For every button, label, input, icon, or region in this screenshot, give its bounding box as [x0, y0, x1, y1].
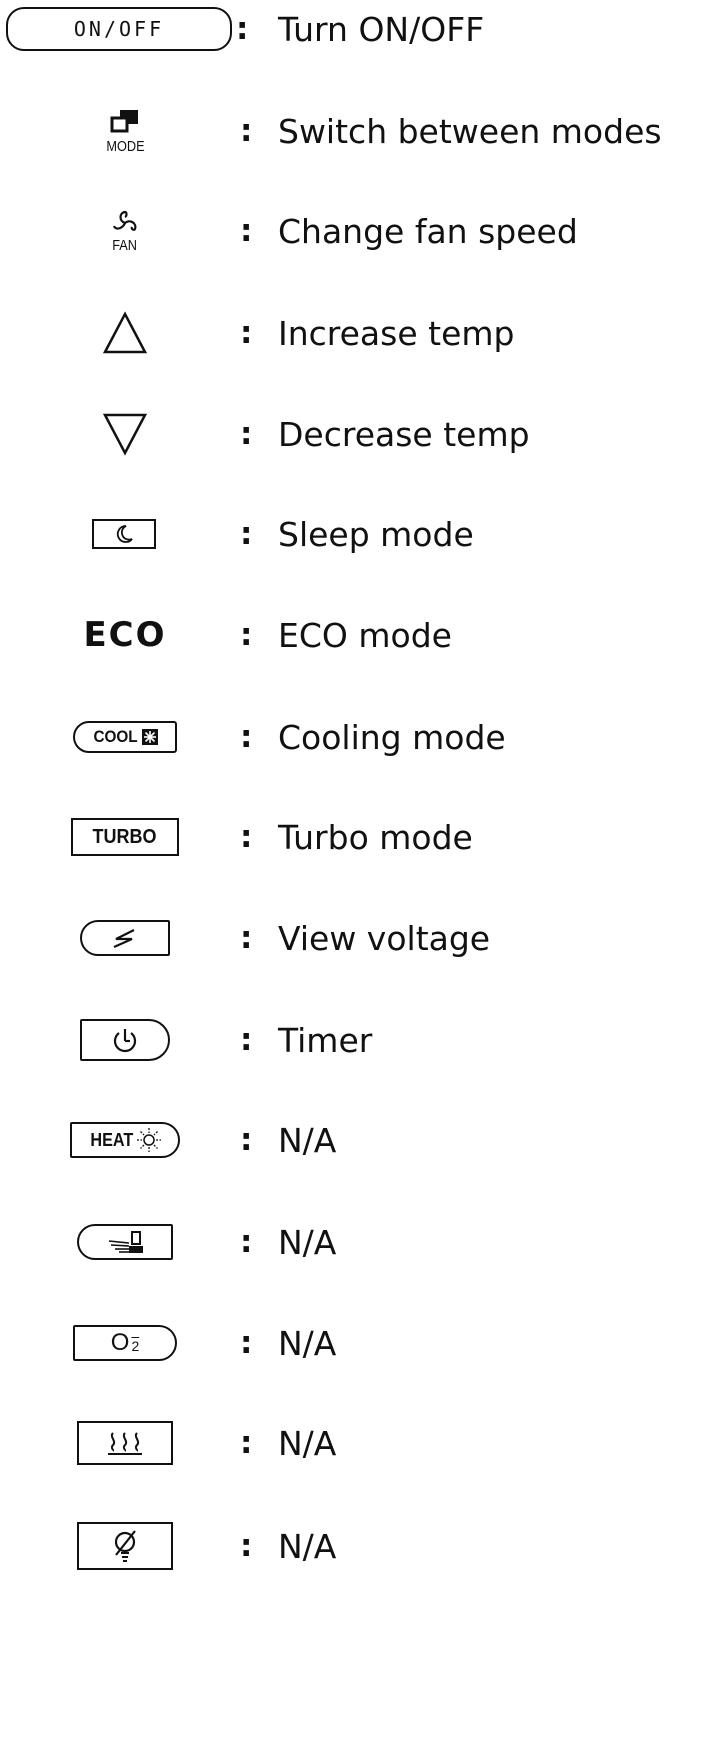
row-desc: Change fan speed [278, 211, 578, 251]
row-desc: N/A [278, 1222, 337, 1262]
row-desc: Turbo mode [278, 817, 473, 857]
row-desc: N/A [278, 1120, 337, 1160]
legend-row-timer: : Timer [0, 990, 719, 1090]
legend-row-cool: COOL : Cooling mode [0, 687, 719, 787]
triangle-down-icon[interactable] [102, 412, 148, 456]
no-light-icon[interactable] [77, 1522, 173, 1570]
legend-row-eco: ECO : ECO mode [0, 585, 719, 685]
airflow-icon [108, 1231, 143, 1253]
legend-row-swing: : N/A [0, 1192, 719, 1292]
colon: : [240, 516, 253, 552]
triangle-up-icon[interactable] [102, 311, 148, 355]
row-desc: View voltage [278, 918, 491, 958]
mode-icon: MODE [103, 108, 148, 155]
fan-label: FAN [112, 236, 138, 254]
colon: : [240, 1022, 253, 1058]
heater-waves-icon[interactable] [77, 1421, 173, 1465]
fan-icon: FAN [110, 209, 139, 254]
colon: : [240, 213, 253, 249]
cool-snowflake-icon[interactable]: COOL [73, 721, 177, 753]
onoff-label: ON/OFF [73, 17, 165, 41]
colon: : [240, 1528, 253, 1564]
legend-row-fan: FAN : Change fan speed [0, 181, 719, 281]
legend-row-voltage: : View voltage [0, 888, 719, 988]
lightning-glyph-icon [113, 929, 135, 949]
cool-label: COOL [93, 727, 138, 746]
colon: : [240, 617, 253, 653]
legend-row-heat: HEAT : N/A [0, 1090, 719, 1190]
onoff-button-icon[interactable]: ON/OFF [6, 7, 232, 51]
colon: : [240, 920, 253, 956]
colon: : [240, 315, 253, 351]
o2-letter: O [110, 1329, 130, 1356]
waves-icon [108, 1432, 142, 1455]
colon: : [240, 719, 253, 755]
row-desc: Switch between modes [278, 111, 662, 151]
legend-row-o2: O 2 : N/A [0, 1293, 719, 1393]
colon: : [240, 416, 253, 452]
legend-row-onoff: ON/OFF : Turn ON/OFF [0, 0, 719, 79]
row-desc: Timer [278, 1020, 373, 1060]
colon: : [240, 1122, 253, 1158]
row-desc: ECO mode [278, 615, 452, 655]
fan-blade-icon [112, 210, 137, 231]
o2-icon[interactable]: O 2 [73, 1325, 177, 1361]
timer-icon[interactable] [80, 1019, 170, 1061]
clock-icon [113, 1029, 137, 1053]
row-desc: N/A [278, 1323, 337, 1363]
bulb-slash-icon [114, 1530, 136, 1562]
legend-row-sleep: : Sleep mode [0, 484, 719, 584]
lightning-icon[interactable] [80, 920, 170, 956]
legend-row-nolight: : N/A [0, 1496, 719, 1596]
row-desc: Cooling mode [278, 717, 506, 757]
row-desc: Increase temp [278, 313, 515, 353]
o2-subscript: 2 [131, 1338, 140, 1354]
colon: : [240, 819, 253, 855]
colon: : [236, 11, 249, 47]
heat-label: HEAT [90, 1129, 133, 1150]
row-desc: Turn ON/OFF [278, 9, 485, 49]
eco-icon[interactable]: ECO [83, 615, 166, 655]
legend-row-mode: MODE : Switch between modes [0, 81, 719, 181]
colon: : [240, 1224, 253, 1260]
heat-sun-icon[interactable]: HEAT [70, 1122, 180, 1158]
snowflake-icon [142, 729, 159, 745]
moon-icon[interactable] [92, 519, 156, 549]
swing-icon[interactable] [77, 1224, 173, 1260]
row-desc: Decrease temp [278, 414, 530, 454]
legend-row-increase: : Increase temp [0, 283, 719, 383]
legend-row-decrease: : Decrease temp [0, 384, 719, 484]
legend-row-heater: : N/A [0, 1393, 719, 1493]
moon-glyph-icon [116, 525, 133, 543]
row-desc: N/A [278, 1423, 337, 1463]
colon: : [240, 1425, 253, 1461]
colon: : [240, 1325, 253, 1361]
sun-icon [137, 1128, 162, 1152]
colon: : [240, 113, 253, 149]
mode-label: MODE [105, 137, 145, 155]
mode-square-icon [110, 109, 138, 132]
legend-row-turbo: TURBO : Turbo mode [0, 787, 719, 887]
row-desc: N/A [278, 1526, 337, 1566]
turbo-label: TURBO [92, 825, 157, 848]
turbo-icon[interactable]: TURBO [71, 818, 179, 856]
row-desc: Sleep mode [278, 514, 474, 554]
